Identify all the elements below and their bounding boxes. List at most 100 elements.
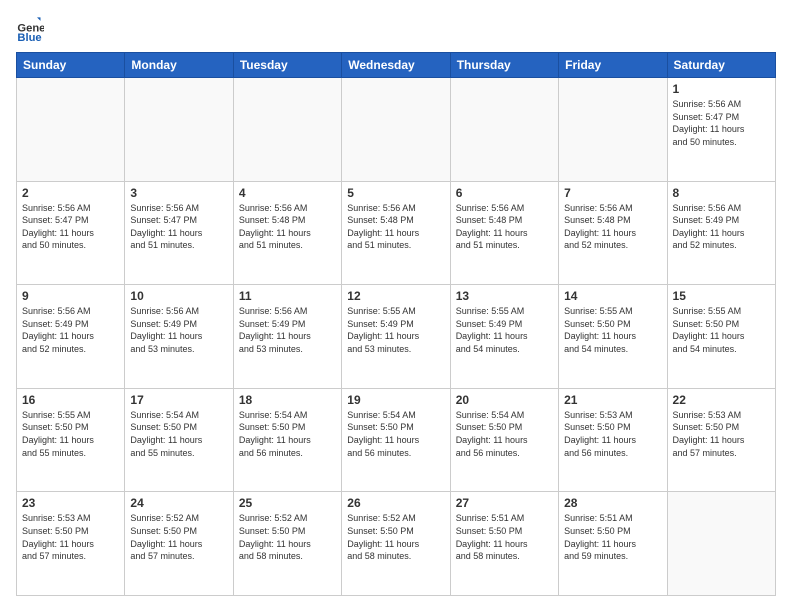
calendar-cell — [342, 78, 450, 182]
calendar-cell — [667, 492, 775, 596]
calendar-cell: 8 Sunrise: 5:56 AM Sunset: 5:49 PM Daylig… — [667, 181, 775, 285]
day-info: Sunrise: 5:52 AM Sunset: 5:50 PM Dayligh… — [130, 512, 227, 562]
weekday-header-sunday: Sunday — [17, 53, 125, 78]
weekday-header-monday: Monday — [125, 53, 233, 78]
calendar-cell: 19 Sunrise: 5:54 AM Sunset: 5:50 PM Dayli… — [342, 388, 450, 492]
day-info: Sunrise: 5:53 AM Sunset: 5:50 PM Dayligh… — [673, 409, 770, 459]
day-info: Sunrise: 5:54 AM Sunset: 5:50 PM Dayligh… — [239, 409, 336, 459]
page: General Blue SundayMondayTuesdayWednesda… — [0, 0, 792, 612]
weekday-header-wednesday: Wednesday — [342, 53, 450, 78]
day-number: 14 — [564, 289, 661, 303]
calendar-cell: 17Sunrise: 5:54 AM Sunset: 5:50 PM Dayli… — [125, 388, 233, 492]
calendar-cell: 12 Sunrise: 5:55 AM Sunset: 5:49 PM Dayli… — [342, 285, 450, 389]
calendar-cell — [450, 78, 558, 182]
day-number: 9 — [22, 289, 119, 303]
calendar-cell: 20 Sunrise: 5:54 AM Sunset: 5:50 PM Dayli… — [450, 388, 558, 492]
calendar-cell: 18 Sunrise: 5:54 AM Sunset: 5:50 PM Dayli… — [233, 388, 341, 492]
day-number: 22 — [673, 393, 770, 407]
weekday-header-row: SundayMondayTuesdayWednesdayThursdayFrid… — [17, 53, 776, 78]
day-info: Sunrise: 5:56 AM Sunset: 5:49 PM Dayligh… — [673, 202, 770, 252]
day-info: Sunrise: 5:56 AM Sunset: 5:48 PM Dayligh… — [564, 202, 661, 252]
day-number: 7 — [564, 186, 661, 200]
day-info: Sunrise: 5:56 AM Sunset: 5:49 PM Dayligh… — [239, 305, 336, 355]
day-number: 10 — [130, 289, 227, 303]
day-number: 11 — [239, 289, 336, 303]
day-number: 26 — [347, 496, 444, 510]
day-info: Sunrise: 5:52 AM Sunset: 5:50 PM Dayligh… — [239, 512, 336, 562]
calendar-cell: 4 Sunrise: 5:56 AM Sunset: 5:48 PM Daylig… — [233, 181, 341, 285]
calendar-cell: 28 Sunrise: 5:51 AM Sunset: 5:50 PM Dayli… — [559, 492, 667, 596]
day-number: 20 — [456, 393, 553, 407]
day-info: Sunrise: 5:56 AM Sunset: 5:47 PM Dayligh… — [673, 98, 770, 148]
logo: General Blue — [16, 16, 48, 44]
calendar-cell: 14Sunrise: 5:55 AM Sunset: 5:50 PM Dayli… — [559, 285, 667, 389]
weekday-header-friday: Friday — [559, 53, 667, 78]
day-number: 6 — [456, 186, 553, 200]
calendar-cell — [17, 78, 125, 182]
day-info: Sunrise: 5:56 AM Sunset: 5:49 PM Dayligh… — [130, 305, 227, 355]
calendar-cell: 5 Sunrise: 5:56 AM Sunset: 5:48 PM Daylig… — [342, 181, 450, 285]
calendar-cell: 3Sunrise: 5:56 AM Sunset: 5:47 PM Daylig… — [125, 181, 233, 285]
day-number: 8 — [673, 186, 770, 200]
calendar-cell: 21 Sunrise: 5:53 AM Sunset: 5:50 PM Dayli… — [559, 388, 667, 492]
day-info: Sunrise: 5:54 AM Sunset: 5:50 PM Dayligh… — [456, 409, 553, 459]
day-number: 28 — [564, 496, 661, 510]
day-number: 16 — [22, 393, 119, 407]
calendar-cell: 9Sunrise: 5:56 AM Sunset: 5:49 PM Daylig… — [17, 285, 125, 389]
weekday-header-saturday: Saturday — [667, 53, 775, 78]
day-info: Sunrise: 5:55 AM Sunset: 5:49 PM Dayligh… — [456, 305, 553, 355]
calendar-cell: 11 Sunrise: 5:56 AM Sunset: 5:49 PM Dayli… — [233, 285, 341, 389]
day-number: 12 — [347, 289, 444, 303]
week-row-2: 2Sunrise: 5:56 AM Sunset: 5:47 PM Daylig… — [17, 181, 776, 285]
day-number: 25 — [239, 496, 336, 510]
calendar-cell: 25 Sunrise: 5:52 AM Sunset: 5:50 PM Dayli… — [233, 492, 341, 596]
weekday-header-tuesday: Tuesday — [233, 53, 341, 78]
calendar-cell: 6 Sunrise: 5:56 AM Sunset: 5:48 PM Daylig… — [450, 181, 558, 285]
calendar-cell: 13 Sunrise: 5:55 AM Sunset: 5:49 PM Dayli… — [450, 285, 558, 389]
header: General Blue — [16, 16, 776, 44]
day-number: 21 — [564, 393, 661, 407]
day-number: 3 — [130, 186, 227, 200]
week-row-3: 9 Sunrise: 5:56 AM Sunset: 5:49 PM Daylig… — [17, 285, 776, 389]
day-number: 13 — [456, 289, 553, 303]
day-info: Sunrise: 5:56 AM Sunset: 5:48 PM Dayligh… — [456, 202, 553, 252]
calendar-cell: 16 Sunrise: 5:55 AM Sunset: 5:50 PM Dayli… — [17, 388, 125, 492]
calendar-cell: 10 Sunrise: 5:56 AM Sunset: 5:49 PM Dayli… — [125, 285, 233, 389]
day-info: Sunrise: 5:56 AM Sunset: 5:48 PM Dayligh… — [347, 202, 444, 252]
calendar-table: SundayMondayTuesdayWednesdayThursdayFrid… — [16, 52, 776, 596]
day-number: 18 — [239, 393, 336, 407]
calendar-cell: 1 Sunrise: 5:56 AM Sunset: 5:47 PM Daylig… — [667, 78, 775, 182]
day-info: Sunrise: 5:51 AM Sunset: 5:50 PM Dayligh… — [564, 512, 661, 562]
week-row-4: 16 Sunrise: 5:55 AM Sunset: 5:50 PM Dayli… — [17, 388, 776, 492]
weekday-header-thursday: Thursday — [450, 53, 558, 78]
logo-icon: General Blue — [16, 16, 44, 44]
day-number: 15 — [673, 289, 770, 303]
day-info: Sunrise: 5:53 AM Sunset: 5:50 PM Dayligh… — [22, 512, 119, 562]
day-number: 23 — [22, 496, 119, 510]
day-info: Sunrise: 5:56 AM Sunset: 5:48 PM Dayligh… — [239, 202, 336, 252]
day-info: Sunrise: 5:55 AM Sunset: 5:49 PM Dayligh… — [347, 305, 444, 355]
week-row-1: 1 Sunrise: 5:56 AM Sunset: 5:47 PM Daylig… — [17, 78, 776, 182]
calendar-cell: 23 Sunrise: 5:53 AM Sunset: 5:50 PM Dayli… — [17, 492, 125, 596]
day-info: Sunrise: 5:56 AM Sunset: 5:47 PM Dayligh… — [22, 202, 119, 252]
calendar-cell: 27Sunrise: 5:51 AM Sunset: 5:50 PM Dayli… — [450, 492, 558, 596]
day-info: Sunrise: 5:51 AM Sunset: 5:50 PM Dayligh… — [456, 512, 553, 562]
week-row-5: 23 Sunrise: 5:53 AM Sunset: 5:50 PM Dayli… — [17, 492, 776, 596]
day-info: Sunrise: 5:52 AM Sunset: 5:50 PM Dayligh… — [347, 512, 444, 562]
day-number: 4 — [239, 186, 336, 200]
day-number: 17 — [130, 393, 227, 407]
calendar-cell — [125, 78, 233, 182]
day-number: 24 — [130, 496, 227, 510]
calendar-cell: 7 Sunrise: 5:56 AM Sunset: 5:48 PM Daylig… — [559, 181, 667, 285]
calendar-cell: 2Sunrise: 5:56 AM Sunset: 5:47 PM Daylig… — [17, 181, 125, 285]
calendar-cell: 15 Sunrise: 5:55 AM Sunset: 5:50 PM Dayli… — [667, 285, 775, 389]
day-number: 19 — [347, 393, 444, 407]
day-info: Sunrise: 5:55 AM Sunset: 5:50 PM Dayligh… — [673, 305, 770, 355]
day-info: Sunrise: 5:54 AM Sunset: 5:50 PM Dayligh… — [347, 409, 444, 459]
day-info: Sunrise: 5:55 AM Sunset: 5:50 PM Dayligh… — [22, 409, 119, 459]
calendar-cell: 24 Sunrise: 5:52 AM Sunset: 5:50 PM Dayli… — [125, 492, 233, 596]
day-number: 1 — [673, 82, 770, 96]
calendar-cell — [233, 78, 341, 182]
day-number: 5 — [347, 186, 444, 200]
day-info: Sunrise: 5:53 AM Sunset: 5:50 PM Dayligh… — [564, 409, 661, 459]
